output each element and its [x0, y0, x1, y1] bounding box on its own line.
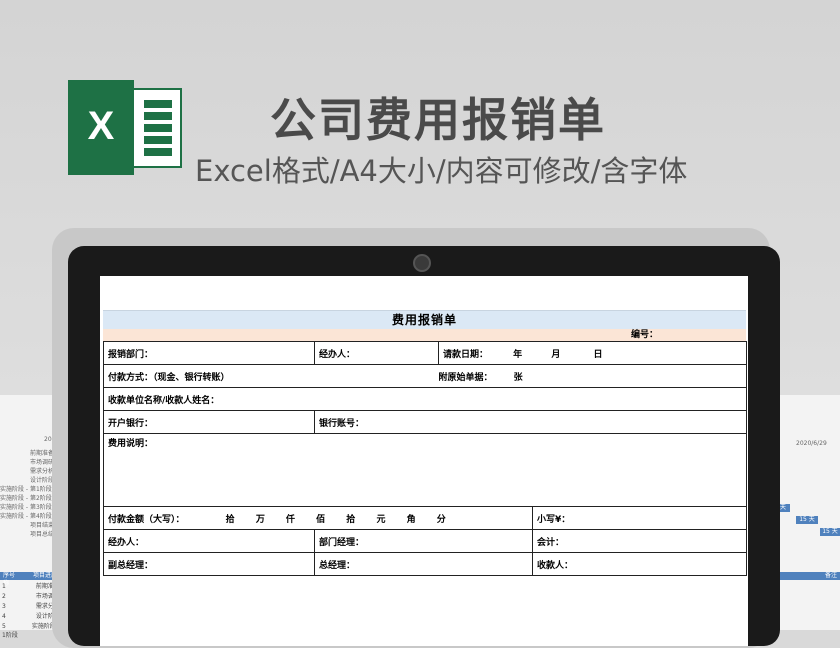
form-row: 收款单位名称/收款人姓名：	[102, 387, 748, 411]
form-title: 费用报销单	[103, 310, 746, 329]
gm-field[interactable]: 总经理：	[314, 552, 533, 576]
page-subtitle: Excel格式/A4大小/内容可修改/含字体	[195, 154, 688, 188]
form-row: 报销部门： 经办人： 请款日期： 年 月 日	[103, 341, 748, 365]
monitor-screen: 费用报销单 编号： 报销部门： 经办人： 请款日期： 年 月 日 付款方式：（现…	[100, 276, 748, 646]
gantt-bar: 15 天	[820, 528, 840, 536]
form-row: 付款金额（大写）： 拾 万 仟 佰 拾 元 角 分 小写¥：	[103, 506, 748, 530]
payment-method-field[interactable]: 付款方式：（现金、银行转账）	[103, 364, 439, 388]
bank-field[interactable]: 开户银行：	[103, 410, 315, 434]
form-row: 开户银行： 银行账号：	[103, 410, 748, 434]
accountant-field[interactable]: 会计：	[531, 529, 748, 553]
description-field[interactable]: 费用说明：	[102, 433, 748, 507]
form-number-label: 编号：	[103, 329, 746, 341]
account-field[interactable]: 银行账号：	[313, 410, 748, 434]
excel-badge: X	[68, 80, 134, 175]
dept-field[interactable]: 报销部门：	[103, 341, 315, 365]
form-row: 经办人： 部门经理： 会计：	[103, 529, 748, 553]
dept-manager-field[interactable]: 部门经理：	[314, 529, 533, 553]
excel-icon: X	[68, 80, 184, 175]
form-table: 报销部门： 经办人： 请款日期： 年 月 日 付款方式：（现金、银行转账） 附原…	[102, 341, 748, 576]
expense-form: 费用报销单 编号： 报销部门： 经办人： 请款日期： 年 月 日 付款方式：（现…	[102, 310, 748, 576]
excel-letter: X	[87, 104, 115, 148]
page-title: 公司费用报销单	[270, 93, 606, 147]
gantt-col-note: 备注	[770, 572, 840, 580]
attachments-field[interactable]: 附原始单据： 张	[438, 364, 748, 388]
handler-field[interactable]: 经办人：	[314, 341, 439, 365]
form-row: 副总经理： 总经理： 收款人：	[103, 552, 748, 576]
gantt-bar: 15 天	[796, 516, 818, 524]
camera-icon	[413, 254, 431, 272]
vp-field[interactable]: 副总经理：	[103, 552, 315, 576]
gantt-end-date: 2020/6/29	[796, 440, 827, 447]
amount-words-field[interactable]: 付款金额（大写）： 拾 万 仟 佰 拾 元 角 分	[103, 506, 533, 530]
form-row: 付款方式：（现金、银行转账） 附原始单据： 张	[103, 364, 748, 388]
monitor: 费用报销单 编号： 报销部门： 经办人： 请款日期： 年 月 日 付款方式：（现…	[68, 246, 780, 646]
payee-field[interactable]: 收款单位名称/收款人姓名：	[102, 387, 748, 411]
handler-sign-field[interactable]: 经办人：	[103, 529, 315, 553]
gantt-col-no: 序号	[3, 572, 16, 579]
amount-digits-field[interactable]: 小写¥：	[531, 506, 748, 530]
receiver-field[interactable]: 收款人：	[531, 552, 748, 576]
form-row: 费用说明：	[102, 433, 748, 507]
gantt-background-right: 2020/6/29 天 15 天 15 天 备注	[770, 436, 840, 630]
request-date-field[interactable]: 请款日期： 年 月 日	[437, 341, 748, 365]
